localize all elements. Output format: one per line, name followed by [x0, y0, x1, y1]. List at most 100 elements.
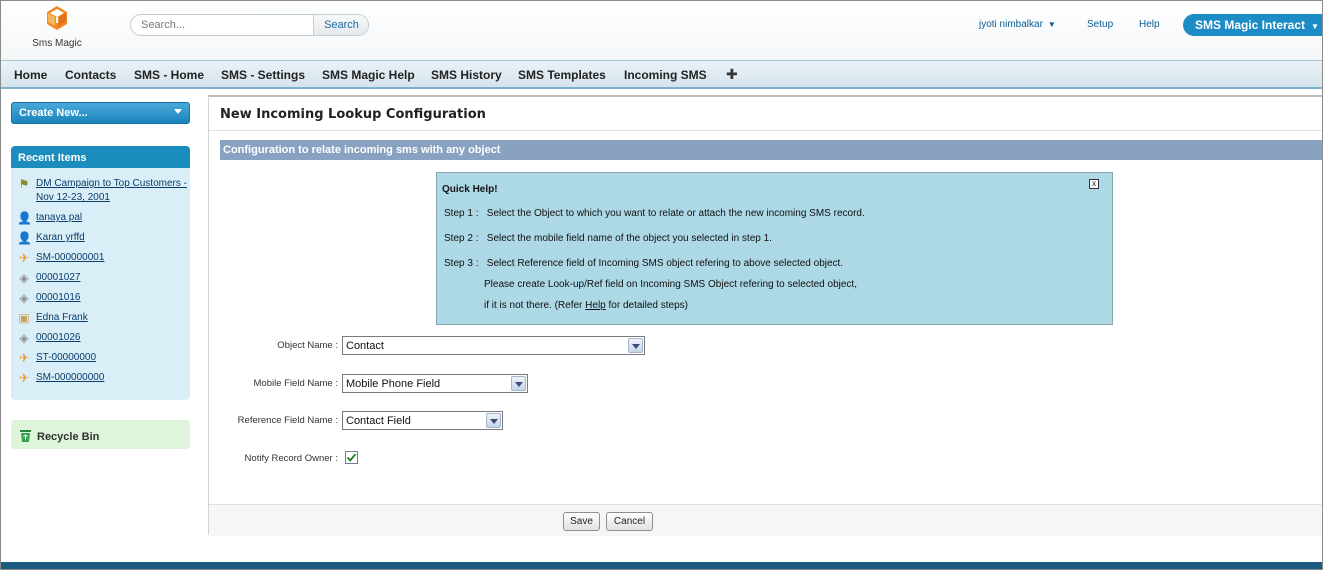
notify-owner-label: Notify Record Owner : — [244, 453, 338, 464]
contact-icon: 👤 — [17, 231, 32, 245]
sms-icon: ✈ — [18, 371, 30, 385]
setup-link[interactable]: Setup — [1087, 19, 1113, 30]
tab-incoming-sms[interactable]: Incoming SMS — [624, 68, 707, 82]
user-menu[interactable]: jyoti nimbalkar ▼ — [979, 19, 1056, 30]
checkmark-icon — [346, 453, 357, 462]
list-item: ✈ ST-00000000 — [11, 351, 190, 371]
tab-sms-home[interactable]: SMS - Home — [134, 68, 204, 82]
tab-sms-settings[interactable]: SMS - Settings — [221, 68, 305, 82]
case-icon: ◈ — [19, 331, 29, 345]
object-name-label: Object Name : — [277, 340, 338, 351]
case-icon: ◈ — [19, 291, 29, 305]
list-item: ◈ 00001027 — [11, 271, 190, 291]
object-name-select[interactable]: Contact — [342, 336, 645, 355]
close-icon[interactable]: x — [1089, 179, 1099, 189]
tab-sms-history[interactable]: SMS History — [431, 68, 502, 82]
object-name-value: Contact — [346, 340, 384, 352]
contact-card-icon: ▣ — [18, 311, 30, 325]
app-window: Sms Magic Search jyoti nimbalkar▼ Setup … — [0, 0, 1323, 570]
tab-sms-magic-help[interactable]: SMS Magic Help — [322, 68, 415, 82]
recycle-bin-label: Recycle Bin — [37, 431, 100, 443]
chevron-down-icon — [174, 109, 182, 114]
app-name: SMS Magic Interact — [1195, 18, 1306, 32]
add-tab-icon[interactable]: ✚ — [726, 66, 738, 83]
recent-item-link[interactable]: 00001016 — [36, 292, 81, 303]
list-item: ◈ 00001026 — [11, 331, 190, 351]
step-text: Select Reference field of Incoming SMS o… — [486, 258, 844, 269]
help-step-2: Step 2 : Select the mobile field name of… — [444, 233, 772, 244]
footer-bar — [1, 562, 1322, 569]
help-text: for detailed steps) — [605, 300, 689, 311]
sms-icon: ✈ — [18, 351, 30, 365]
tab-home[interactable]: Home — [14, 68, 47, 82]
app-switcher[interactable]: SMS Magic Interact ▼ — [1183, 14, 1322, 36]
chevron-down-icon — [511, 376, 526, 391]
tab-contacts[interactable]: Contacts — [65, 68, 116, 82]
logo[interactable]: Sms Magic — [25, 5, 89, 51]
title-divider — [209, 130, 1322, 131]
chevron-down-icon: ▼ — [1047, 20, 1056, 29]
recycle-bin-icon — [19, 429, 32, 443]
chevron-down-icon: ▼ — [1311, 22, 1319, 31]
campaign-icon: ⚑ — [18, 177, 30, 191]
help-step-1: Step 1 : Select the Object to which you … — [444, 208, 865, 219]
list-item: 👤 tanaya pal — [11, 211, 190, 231]
contact-icon: 👤 — [17, 211, 32, 225]
reference-field-value: Contact Field — [346, 415, 411, 427]
sms-magic-logo-icon — [35, 5, 79, 37]
mobile-field-select[interactable]: Mobile Phone Field — [342, 374, 528, 393]
tab-bar: Home Contacts SMS - Home SMS - Settings … — [1, 60, 1322, 89]
help-text: if it is not there. (Refer — [484, 300, 586, 311]
recent-item-link[interactable]: 00001027 — [36, 272, 81, 283]
tab-sms-templates[interactable]: SMS Templates — [518, 68, 606, 82]
list-item: ◈ 00001016 — [11, 291, 190, 311]
recent-item-link[interactable]: tanaya pal — [36, 212, 82, 223]
chevron-down-icon — [628, 338, 643, 353]
recent-item-link[interactable]: ST-00000000 — [36, 352, 96, 363]
recent-item-link[interactable]: Karan yrffd — [36, 232, 85, 243]
logo-text: Sms Magic — [32, 38, 82, 49]
search-box: Search — [130, 14, 369, 36]
help-step-3-line-3: if it is not there. (Refer Help for deta… — [484, 300, 688, 311]
search-button[interactable]: Search — [313, 15, 368, 35]
section-header: Configuration to relate incoming sms wit… — [220, 140, 1322, 160]
step-label: Step 1 : — [444, 208, 479, 219]
recent-item-link[interactable]: SM-000000001 — [36, 252, 104, 263]
reference-field-select[interactable]: Contact Field — [342, 411, 503, 430]
recent-item-link[interactable]: Edna Frank — [36, 312, 88, 323]
help-step-3-line-2: Please create Look-up/Ref field on Incom… — [484, 279, 857, 290]
recycle-bin-link[interactable]: Recycle Bin — [11, 420, 190, 449]
step-label: Step 2 : — [444, 233, 479, 244]
list-item: ✈ SM-000000001 — [11, 251, 190, 271]
scrollbar-gutter — [1323, 0, 1337, 582]
user-name: jyoti nimbalkar — [979, 19, 1043, 30]
list-item: ▣ Edna Frank — [11, 311, 190, 331]
header: Sms Magic Search jyoti nimbalkar▼ Setup … — [1, 1, 1322, 60]
reference-field-label: Reference Field Name : — [237, 415, 338, 426]
help-link[interactable]: Help — [1139, 19, 1160, 30]
help-doc-link[interactable]: Help — [585, 300, 606, 311]
recent-items-list: ⚑ DM Campaign to Top Customers - Nov 12-… — [11, 168, 190, 391]
mobile-field-value: Mobile Phone Field — [346, 378, 441, 390]
chevron-down-icon — [486, 413, 501, 428]
button-bar: Save Cancel — [209, 504, 1322, 536]
step-text: Select the Object to which you want to r… — [486, 208, 865, 219]
main-content: New Incoming Lookup Configuration Config… — [208, 95, 1322, 536]
search-input[interactable] — [131, 15, 313, 35]
quick-help-box: Quick Help! x Step 1 : Select the Object… — [436, 172, 1113, 325]
create-new-label: Create New... — [19, 107, 88, 119]
cancel-button[interactable]: Cancel — [606, 512, 653, 531]
recent-item-link[interactable]: 00001026 — [36, 332, 81, 343]
recent-item-link[interactable]: SM-000000000 — [36, 372, 104, 383]
recent-item-link[interactable]: DM Campaign to Top Customers - Nov 12-23… — [36, 178, 187, 203]
step-text: Select the mobile field name of the obje… — [486, 233, 772, 244]
list-item: 👤 Karan yrffd — [11, 231, 190, 251]
recent-items-title: Recent Items — [11, 146, 190, 168]
sms-icon: ✈ — [18, 251, 30, 265]
case-icon: ◈ — [19, 271, 29, 285]
mobile-field-label: Mobile Field Name : — [253, 378, 338, 389]
notify-owner-checkbox[interactable] — [345, 451, 358, 464]
create-new-button[interactable]: Create New... — [11, 102, 190, 124]
save-button[interactable]: Save — [563, 512, 600, 531]
list-item: ✈ SM-000000000 — [11, 371, 190, 391]
